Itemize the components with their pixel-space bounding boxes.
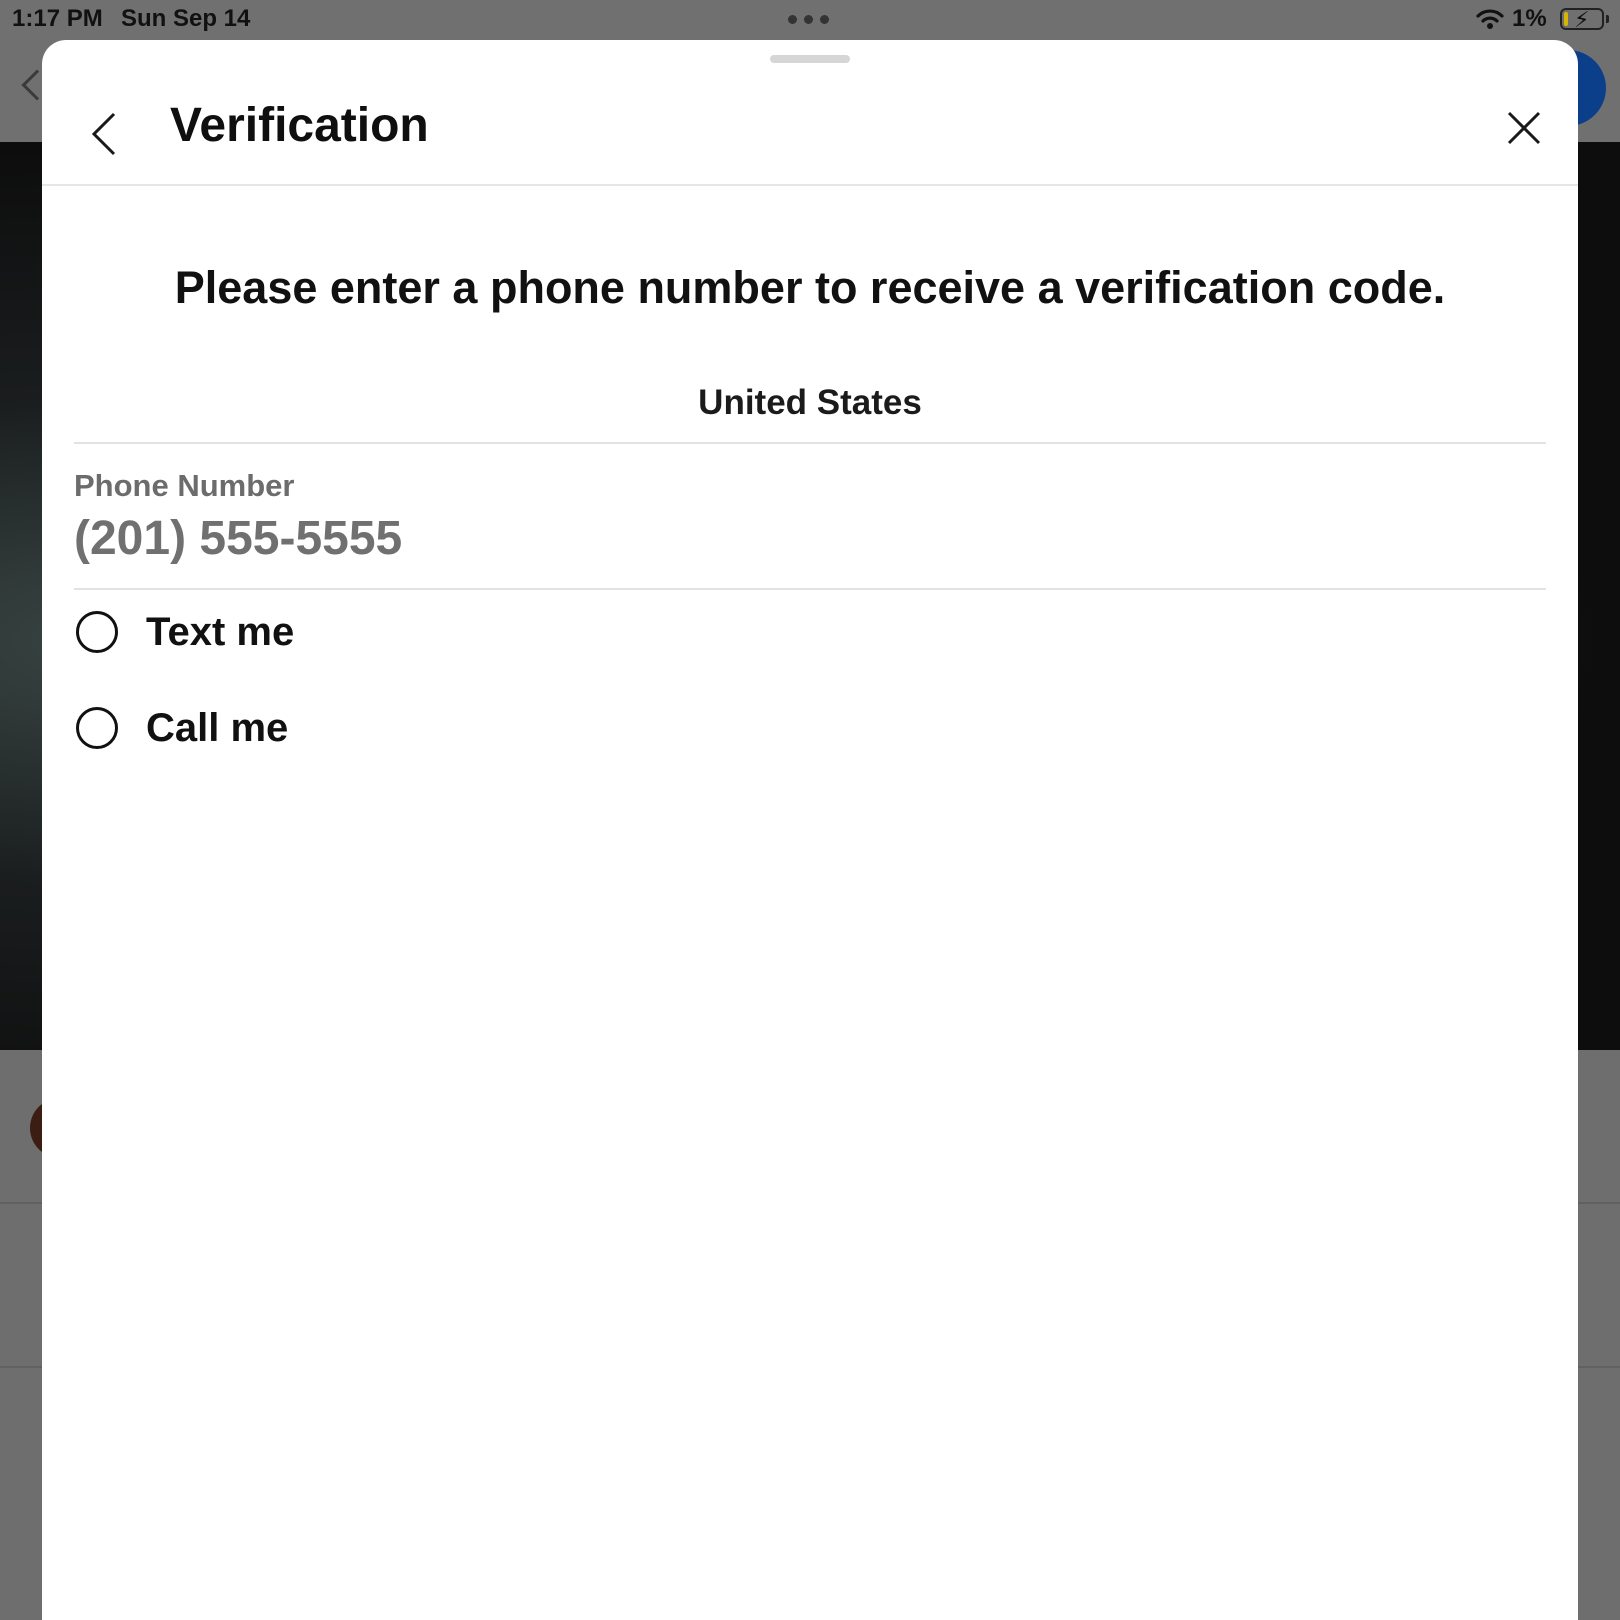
multitasking-dots-icon[interactable]: [788, 15, 829, 24]
status-time: 1:17 PM: [12, 5, 103, 32]
page-title: Verification: [170, 99, 429, 152]
instruction-text: Please enter a phone number to receive a…: [174, 262, 1446, 313]
phone-number-input[interactable]: [74, 506, 1546, 570]
chevron-left-icon: [91, 112, 116, 156]
status-bar: 1:17 PM Sun Sep 14 1% ⚡︎: [0, 0, 1620, 40]
back-button[interactable]: [76, 104, 136, 164]
text-me-option[interactable]: Text me: [74, 602, 294, 662]
country-selector[interactable]: United States: [74, 362, 1546, 444]
status-date: Sun Sep 14: [121, 5, 251, 32]
phone-number-field[interactable]: Phone Number: [74, 444, 1546, 590]
call-me-label: Call me: [146, 705, 289, 750]
verification-sheet: Verification Please enter a phone number…: [42, 40, 1578, 1620]
close-icon: [1507, 111, 1541, 145]
battery-charging-icon: ⚡︎: [1560, 7, 1609, 32]
country-value: United States: [698, 383, 922, 422]
charging-bolt-icon: ⚡︎: [1574, 7, 1590, 32]
battery-percent: 1%: [1512, 5, 1547, 32]
radio-button-text-me[interactable]: [76, 611, 118, 653]
text-me-label: Text me: [146, 609, 295, 654]
battery-level-fill: [1564, 12, 1568, 26]
wifi-icon: [1476, 9, 1504, 29]
call-me-option[interactable]: Call me: [74, 698, 288, 758]
close-button[interactable]: [1500, 104, 1548, 152]
radio-button-call-me[interactable]: [76, 707, 118, 749]
phone-number-label: Phone Number: [74, 468, 295, 503]
sheet-header: Verification: [42, 40, 1578, 186]
